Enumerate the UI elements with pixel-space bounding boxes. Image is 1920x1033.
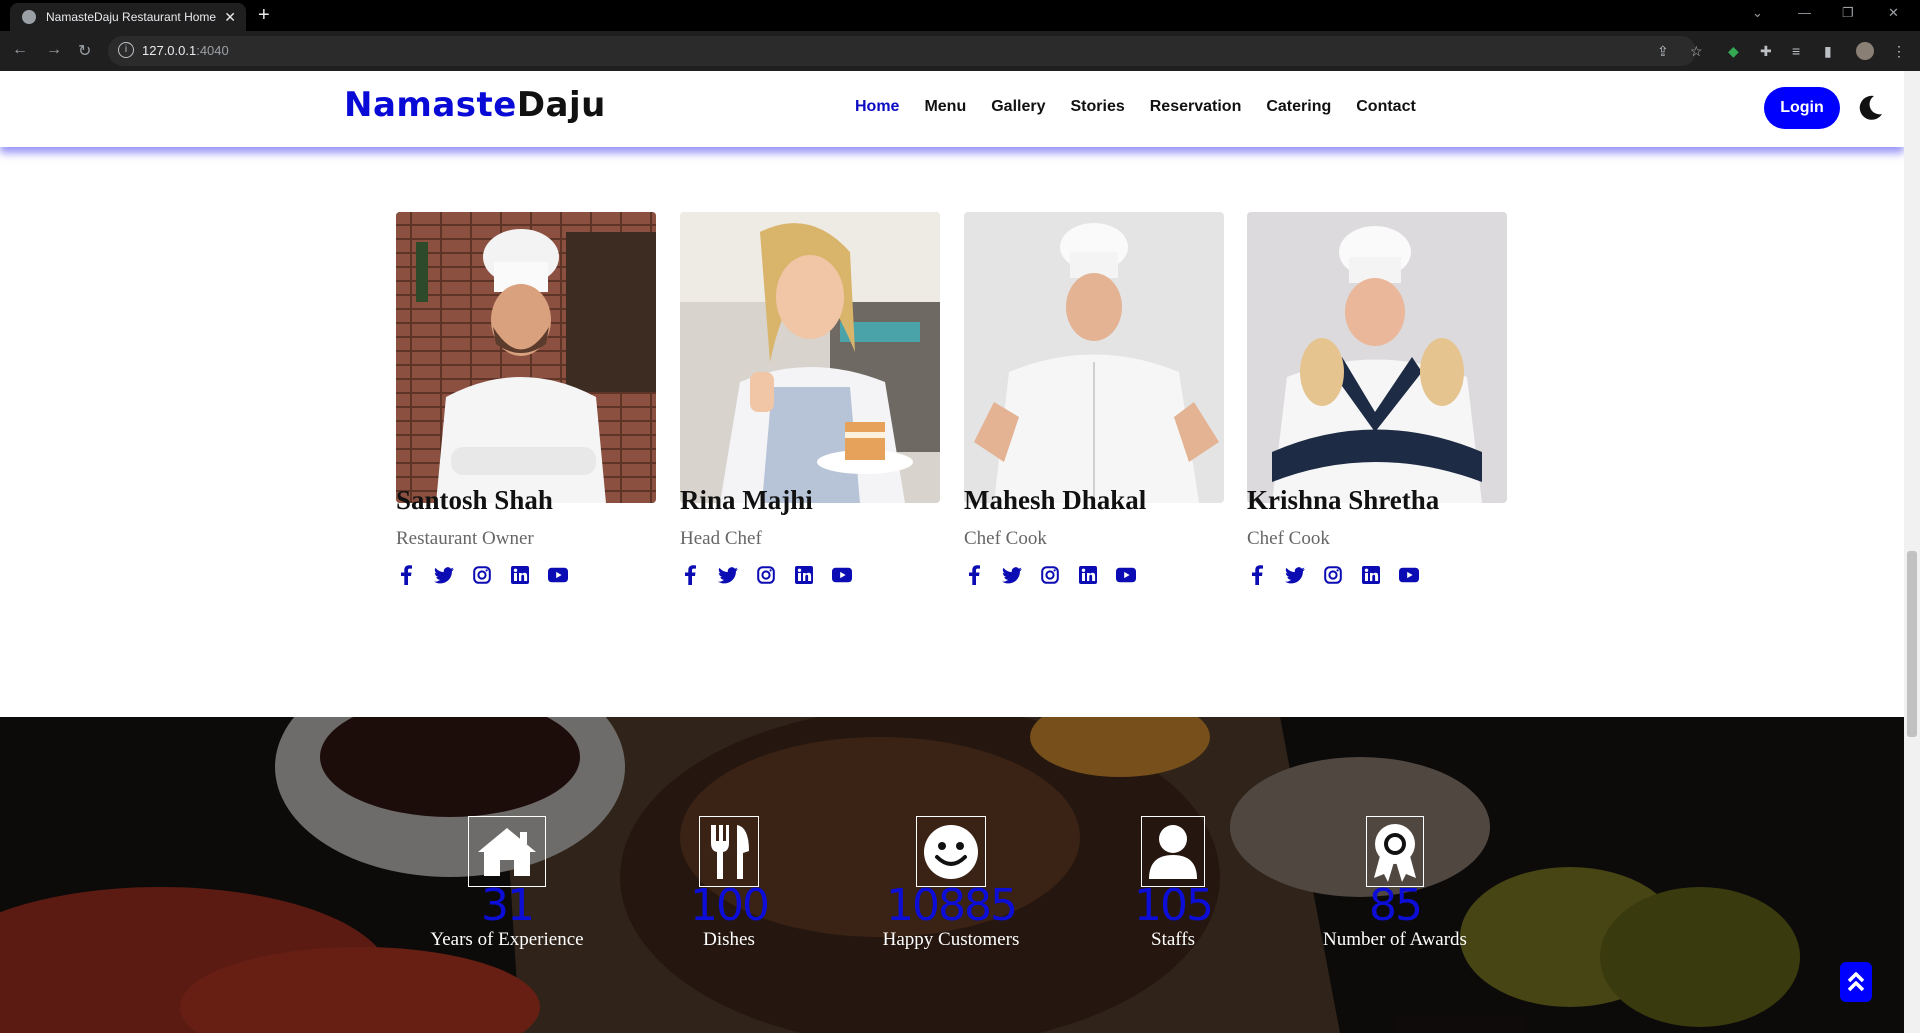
utensils-icon	[699, 816, 759, 887]
back-icon[interactable]: ←	[12, 41, 28, 59]
restore-button[interactable]: ❐	[1842, 5, 1854, 21]
team-card: Rina Majhi Head Chef	[680, 212, 940, 585]
nav-gallery[interactable]: Gallery	[991, 98, 1045, 116]
page-scrollbar[interactable]	[1904, 71, 1920, 1033]
nav-contact[interactable]: Contact	[1356, 98, 1416, 116]
linkedin-icon[interactable]	[510, 565, 530, 585]
smile-icon	[916, 816, 986, 887]
social-links	[396, 565, 586, 585]
instagram-icon[interactable]	[1323, 565, 1343, 585]
extensions-puzzle-icon[interactable]: ✚	[1760, 43, 1772, 60]
chef-photo	[396, 212, 656, 503]
bookmark-star-icon[interactable]: ☆	[1690, 43, 1703, 60]
close-tab-icon[interactable]: ✕	[224, 9, 236, 26]
facebook-icon[interactable]	[964, 565, 984, 585]
stat-label: Happy Customers	[882, 929, 1020, 950]
double-chevron-up-icon	[1847, 972, 1865, 992]
team-member-role: Chef Cook	[1247, 528, 1330, 549]
team-member-name: Rina Majhi	[680, 485, 813, 515]
side-panel-icon[interactable]: ▮	[1824, 43, 1832, 60]
linkedin-icon[interactable]	[794, 565, 814, 585]
youtube-icon[interactable]	[832, 565, 852, 585]
youtube-icon[interactable]	[1116, 565, 1136, 585]
browser-tab[interactable]: NamasteDaju Restaurant Home ✕	[10, 3, 246, 31]
team-member-role: Chef Cook	[964, 528, 1047, 549]
site-header: NamasteDaju Home Menu Gallery Stories Re…	[0, 71, 1904, 147]
tab-title: NamasteDaju Restaurant Home	[46, 10, 217, 24]
stat-value: 105	[1134, 880, 1214, 931]
home-icon	[468, 816, 546, 887]
social-links	[964, 565, 1154, 585]
chef-photo	[680, 212, 940, 503]
team-member-role: Restaurant Owner	[396, 528, 534, 549]
stat-value: 31	[481, 880, 535, 931]
team-card: Santosh Shah Restaurant Owner	[396, 212, 656, 585]
facebook-icon[interactable]	[1247, 565, 1267, 585]
nav-stories[interactable]: Stories	[1071, 98, 1125, 116]
instagram-icon[interactable]	[1040, 565, 1060, 585]
profile-avatar[interactable]	[1856, 42, 1874, 60]
address-bar[interactable]: i 127.0.0.1:4040	[108, 36, 1696, 66]
team-member-role: Head Chef	[680, 528, 762, 549]
scroll-to-top-button[interactable]	[1840, 962, 1872, 1002]
chef-photo	[964, 212, 1224, 503]
globe-icon	[22, 10, 36, 24]
stat-label: Staffs	[1151, 929, 1195, 950]
team-card: Mahesh Dhakal Chef Cook	[964, 212, 1224, 585]
twitter-icon[interactable]	[1002, 565, 1022, 585]
award-icon	[1366, 816, 1424, 887]
chef-photo	[1247, 212, 1507, 503]
url-text: 127.0.0.1:4040	[142, 43, 229, 58]
scrollbar-thumb[interactable]	[1907, 551, 1917, 737]
team-member-name: Krishna Shretha	[1247, 485, 1440, 515]
main-nav: Home Menu Gallery Stories Reservation Ca…	[855, 98, 1416, 116]
media-control-icon[interactable]: ≡	[1792, 43, 1800, 59]
stat-label: Dishes	[703, 929, 755, 950]
facebook-icon[interactable]	[680, 565, 700, 585]
menu-dots-icon[interactable]: ⋮	[1892, 43, 1906, 60]
dark-mode-moon-icon[interactable]	[1858, 94, 1884, 120]
share-icon[interactable]: ⇪	[1657, 43, 1669, 60]
youtube-icon[interactable]	[548, 565, 568, 585]
nav-reservation[interactable]: Reservation	[1150, 98, 1242, 116]
social-links	[1247, 565, 1437, 585]
stat-label: Years of Experience	[430, 929, 584, 950]
stats-section: 31 Years of Experience 100 Dishes 10885 …	[0, 717, 1904, 1033]
nav-menu[interactable]: Menu	[924, 98, 966, 116]
user-icon	[1141, 816, 1205, 887]
extension-icon[interactable]: ◆	[1728, 43, 1739, 60]
instagram-icon[interactable]	[756, 565, 776, 585]
team-member-name: Santosh Shah	[396, 485, 553, 515]
minimize-button[interactable]: —	[1798, 5, 1811, 20]
stat-value: 100	[690, 880, 770, 931]
page-viewport: NamasteDaju Home Menu Gallery Stories Re…	[0, 71, 1904, 1033]
instagram-icon[interactable]	[472, 565, 492, 585]
nav-home[interactable]: Home	[855, 98, 899, 116]
linkedin-icon[interactable]	[1361, 565, 1381, 585]
twitter-icon[interactable]	[434, 565, 454, 585]
facebook-icon[interactable]	[396, 565, 416, 585]
youtube-icon[interactable]	[1399, 565, 1419, 585]
site-info-icon[interactable]: i	[118, 42, 134, 58]
tab-search-icon[interactable]: ⌄	[1752, 5, 1763, 21]
forward-icon[interactable]: →	[46, 41, 62, 59]
reload-icon[interactable]: ↻	[78, 41, 91, 61]
nav-catering[interactable]: Catering	[1266, 98, 1331, 116]
stat-value: 10885	[886, 880, 1018, 931]
twitter-icon[interactable]	[1285, 565, 1305, 585]
stat-label: Number of Awards	[1323, 929, 1467, 950]
new-tab-button[interactable]: +	[258, 4, 270, 27]
team-card: Krishna Shretha Chef Cook	[1247, 212, 1507, 585]
twitter-icon[interactable]	[718, 565, 738, 585]
login-button[interactable]: Login	[1764, 87, 1840, 129]
site-logo[interactable]: NamasteDaju	[344, 85, 606, 125]
browser-tab-strip: NamasteDaju Restaurant Home ✕ + ⌄ — ❐ ✕	[0, 0, 1920, 31]
close-window-button[interactable]: ✕	[1888, 5, 1899, 21]
linkedin-icon[interactable]	[1078, 565, 1098, 585]
social-links	[680, 565, 870, 585]
stat-value: 85	[1369, 880, 1423, 931]
team-member-name: Mahesh Dhakal	[964, 485, 1147, 515]
